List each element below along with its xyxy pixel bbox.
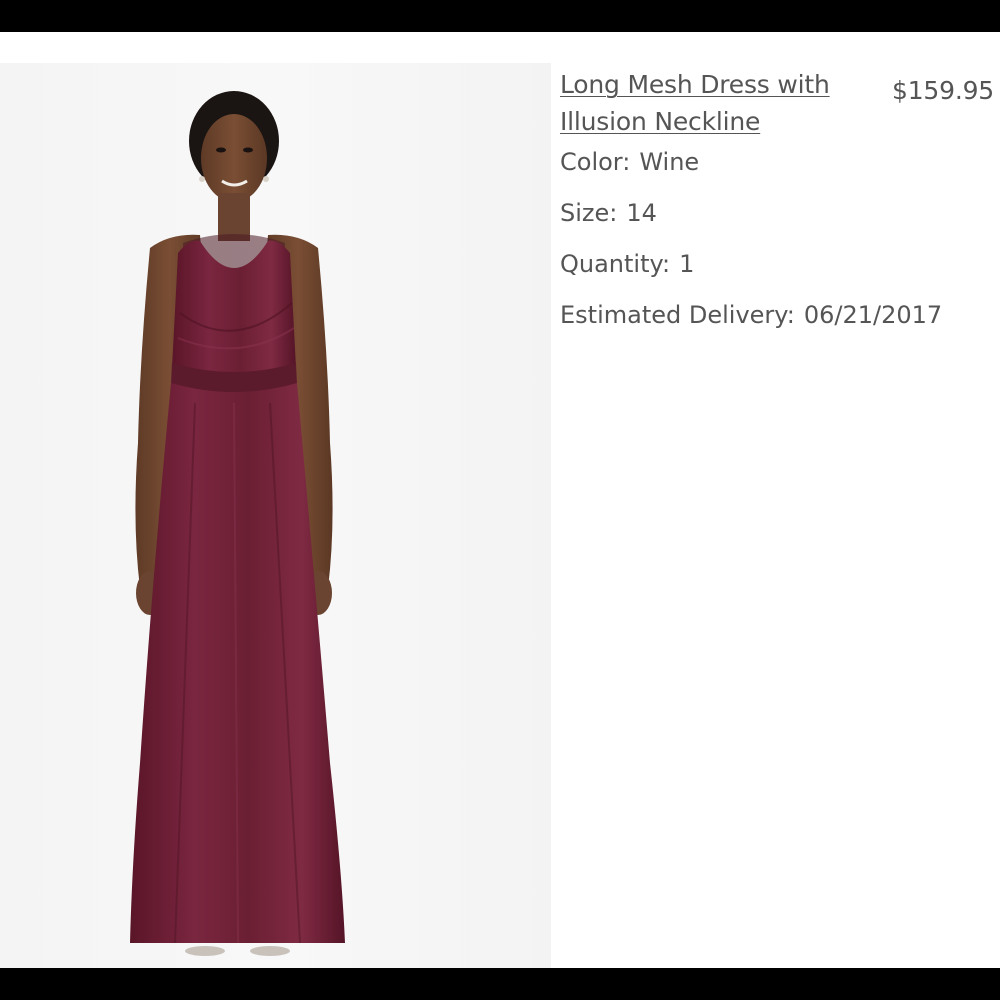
bottom-black-bar: [0, 968, 1000, 1000]
color-label: Color:: [560, 148, 631, 176]
color-row: Color: Wine: [560, 147, 699, 177]
delivery-label: Estimated Delivery:: [560, 301, 795, 329]
delivery-value: 06/21/2017: [803, 301, 943, 329]
top-black-bar: [0, 0, 1000, 32]
quantity-value: 1: [679, 250, 695, 278]
quantity-label: Quantity:: [560, 250, 671, 278]
size-value: 14: [626, 199, 657, 227]
product-title-link[interactable]: Long Mesh Dress with Illusion Neckline: [560, 66, 870, 140]
product-image[interactable]: [0, 63, 551, 968]
delivery-row: Estimated Delivery: 06/21/2017: [560, 300, 942, 330]
size-label: Size:: [560, 199, 618, 227]
product-price: $159.95: [892, 76, 994, 105]
quantity-row: Quantity: 1: [560, 249, 694, 279]
color-value: Wine: [639, 148, 700, 176]
size-row: Size: 14: [560, 198, 657, 228]
